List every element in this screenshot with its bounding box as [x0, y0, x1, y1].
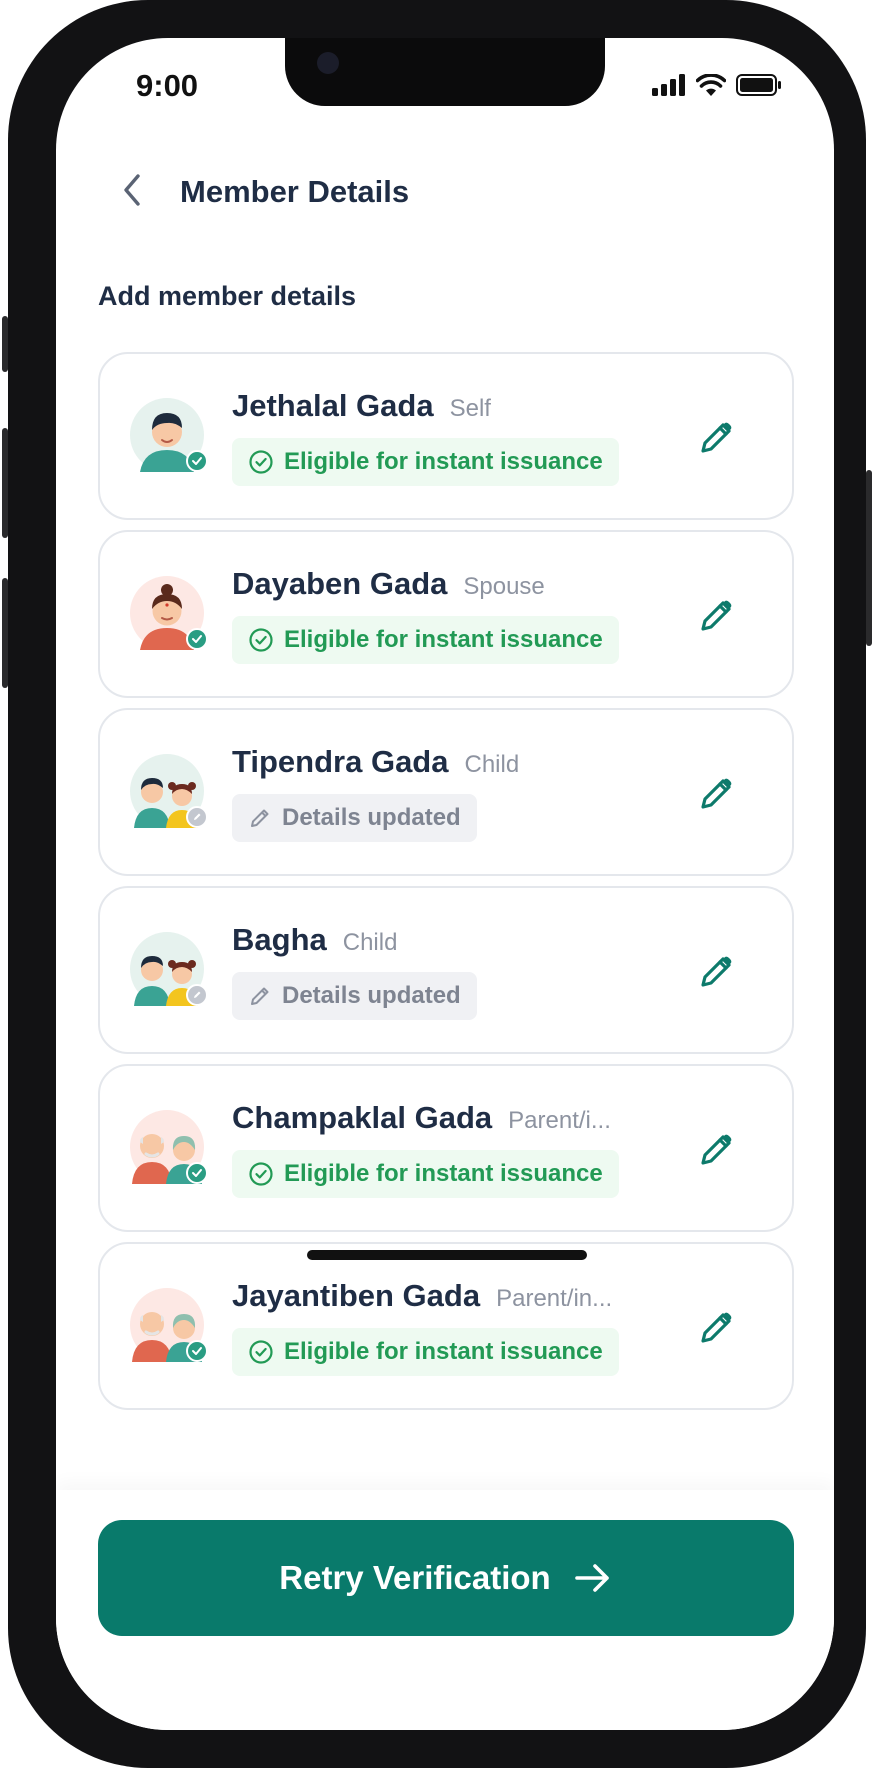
status-text: Eligible for instant issuance [284, 448, 603, 475]
name-row: Jethalal Gada Self [232, 388, 491, 424]
notch [285, 38, 605, 106]
status-badge: Eligible for instant issuance [232, 616, 619, 664]
member-relation: Child [464, 751, 520, 778]
pencil-icon [701, 778, 732, 809]
member-relation: Parent/i... [508, 1107, 611, 1134]
member-name: Tipendra Gada [232, 744, 449, 779]
chevron-left-icon [124, 174, 140, 206]
home-indicator [307, 1250, 587, 1260]
avatar [130, 576, 208, 650]
status-text: Details updated [282, 804, 461, 831]
member-name: Champaklal Gada [232, 1100, 493, 1135]
check-circle-icon [249, 1340, 273, 1364]
volume-up-button [2, 428, 8, 538]
verified-badge-icon [186, 628, 208, 650]
status-badge: Details updated [232, 794, 477, 842]
status-badge: Eligible for instant issuance [232, 1328, 619, 1376]
phone-frame: 9:00 Member Details Add member details J… [2, 0, 872, 1768]
verified-badge-icon [186, 450, 208, 472]
screen: 9:00 Member Details Add member details J… [56, 38, 834, 1730]
avatar [130, 398, 208, 472]
section-title: Add member details [98, 281, 357, 311]
pencil-icon [701, 1312, 732, 1343]
power-button [866, 470, 872, 646]
retry-verification-label: Retry Verification [279, 1559, 551, 1596]
status-text: Eligible for instant issuance [284, 1338, 603, 1365]
status-text: Details updated [282, 982, 461, 1009]
pencil-icon [701, 956, 732, 987]
member-card[interactable]: Jethalal Gada Self Eligible for instant … [98, 352, 794, 520]
edit-button[interactable] [696, 774, 736, 814]
pencil-icon [701, 600, 732, 631]
status-time: 9:00 [136, 68, 199, 103]
member-relation: Child [342, 929, 398, 956]
battery-icon [736, 74, 781, 96]
status-text: Eligible for instant issuance [284, 626, 603, 653]
member-relation: Spouse [463, 573, 545, 600]
member-name: Bagha [232, 922, 327, 957]
arrow-right-icon [574, 1564, 609, 1592]
pencil-outline-icon [251, 809, 269, 827]
pending-badge-icon [186, 984, 208, 1006]
page-title: Member Details [180, 174, 410, 209]
status-badge: Details updated [232, 972, 477, 1020]
edit-button[interactable] [696, 596, 736, 636]
retry-verification-button[interactable]: Retry Verification [98, 1520, 794, 1636]
avatar [130, 932, 208, 1006]
verified-badge-icon [186, 1162, 208, 1184]
member-card[interactable]: Bagha Child Details updated [98, 886, 794, 1054]
check-circle-icon [249, 628, 273, 652]
member-card[interactable]: Jayantiben Gada Parent/in... Eligible fo… [98, 1242, 794, 1410]
status-text: Eligible for instant issuance [284, 1160, 603, 1187]
name-row: Champaklal Gada Parent/i... [232, 1100, 611, 1136]
avatar [130, 754, 208, 828]
header: Member Details [56, 158, 834, 222]
edit-button[interactable] [696, 418, 736, 458]
pencil-icon [701, 422, 732, 453]
bottom-action-bar: Retry Verification [56, 1490, 834, 1730]
member-card[interactable]: Dayaben Gada Spouse Eligible for instant… [98, 530, 794, 698]
member-card[interactable]: Tipendra Gada Child Details updated [98, 708, 794, 876]
signal-icon [652, 74, 685, 96]
back-button[interactable] [114, 170, 154, 210]
verified-badge-icon [186, 1340, 208, 1362]
edit-button[interactable] [696, 1130, 736, 1170]
name-row: Dayaben Gada Spouse [232, 566, 545, 602]
pencil-icon [701, 1134, 732, 1165]
pencil-outline-icon [251, 987, 269, 1005]
status-icons [652, 74, 782, 96]
member-relation: Self [449, 395, 491, 422]
mute-switch [2, 316, 8, 372]
member-card[interactable]: Champaklal Gada Parent/i... Eligible for… [98, 1064, 794, 1232]
name-row: Bagha Child [232, 922, 397, 958]
camera-icon [317, 52, 339, 74]
member-relation: Parent/in... [496, 1285, 613, 1312]
check-circle-icon [249, 450, 273, 474]
name-row: Tipendra Gada Child [232, 744, 519, 780]
member-name: Jayantiben Gada [232, 1278, 481, 1313]
wifi-icon [696, 74, 726, 96]
avatar [130, 1288, 208, 1362]
check-circle-icon [249, 1162, 273, 1186]
volume-down-button [2, 578, 8, 688]
status-badge: Eligible for instant issuance [232, 438, 619, 486]
avatar [130, 1110, 208, 1184]
edit-button[interactable] [696, 952, 736, 992]
pending-badge-icon [186, 806, 208, 828]
name-row: Jayantiben Gada Parent/in... [232, 1278, 612, 1314]
member-name: Jethalal Gada [232, 388, 434, 423]
member-name: Dayaben Gada [232, 566, 448, 601]
status-badge: Eligible for instant issuance [232, 1150, 619, 1198]
edit-button[interactable] [696, 1308, 736, 1348]
